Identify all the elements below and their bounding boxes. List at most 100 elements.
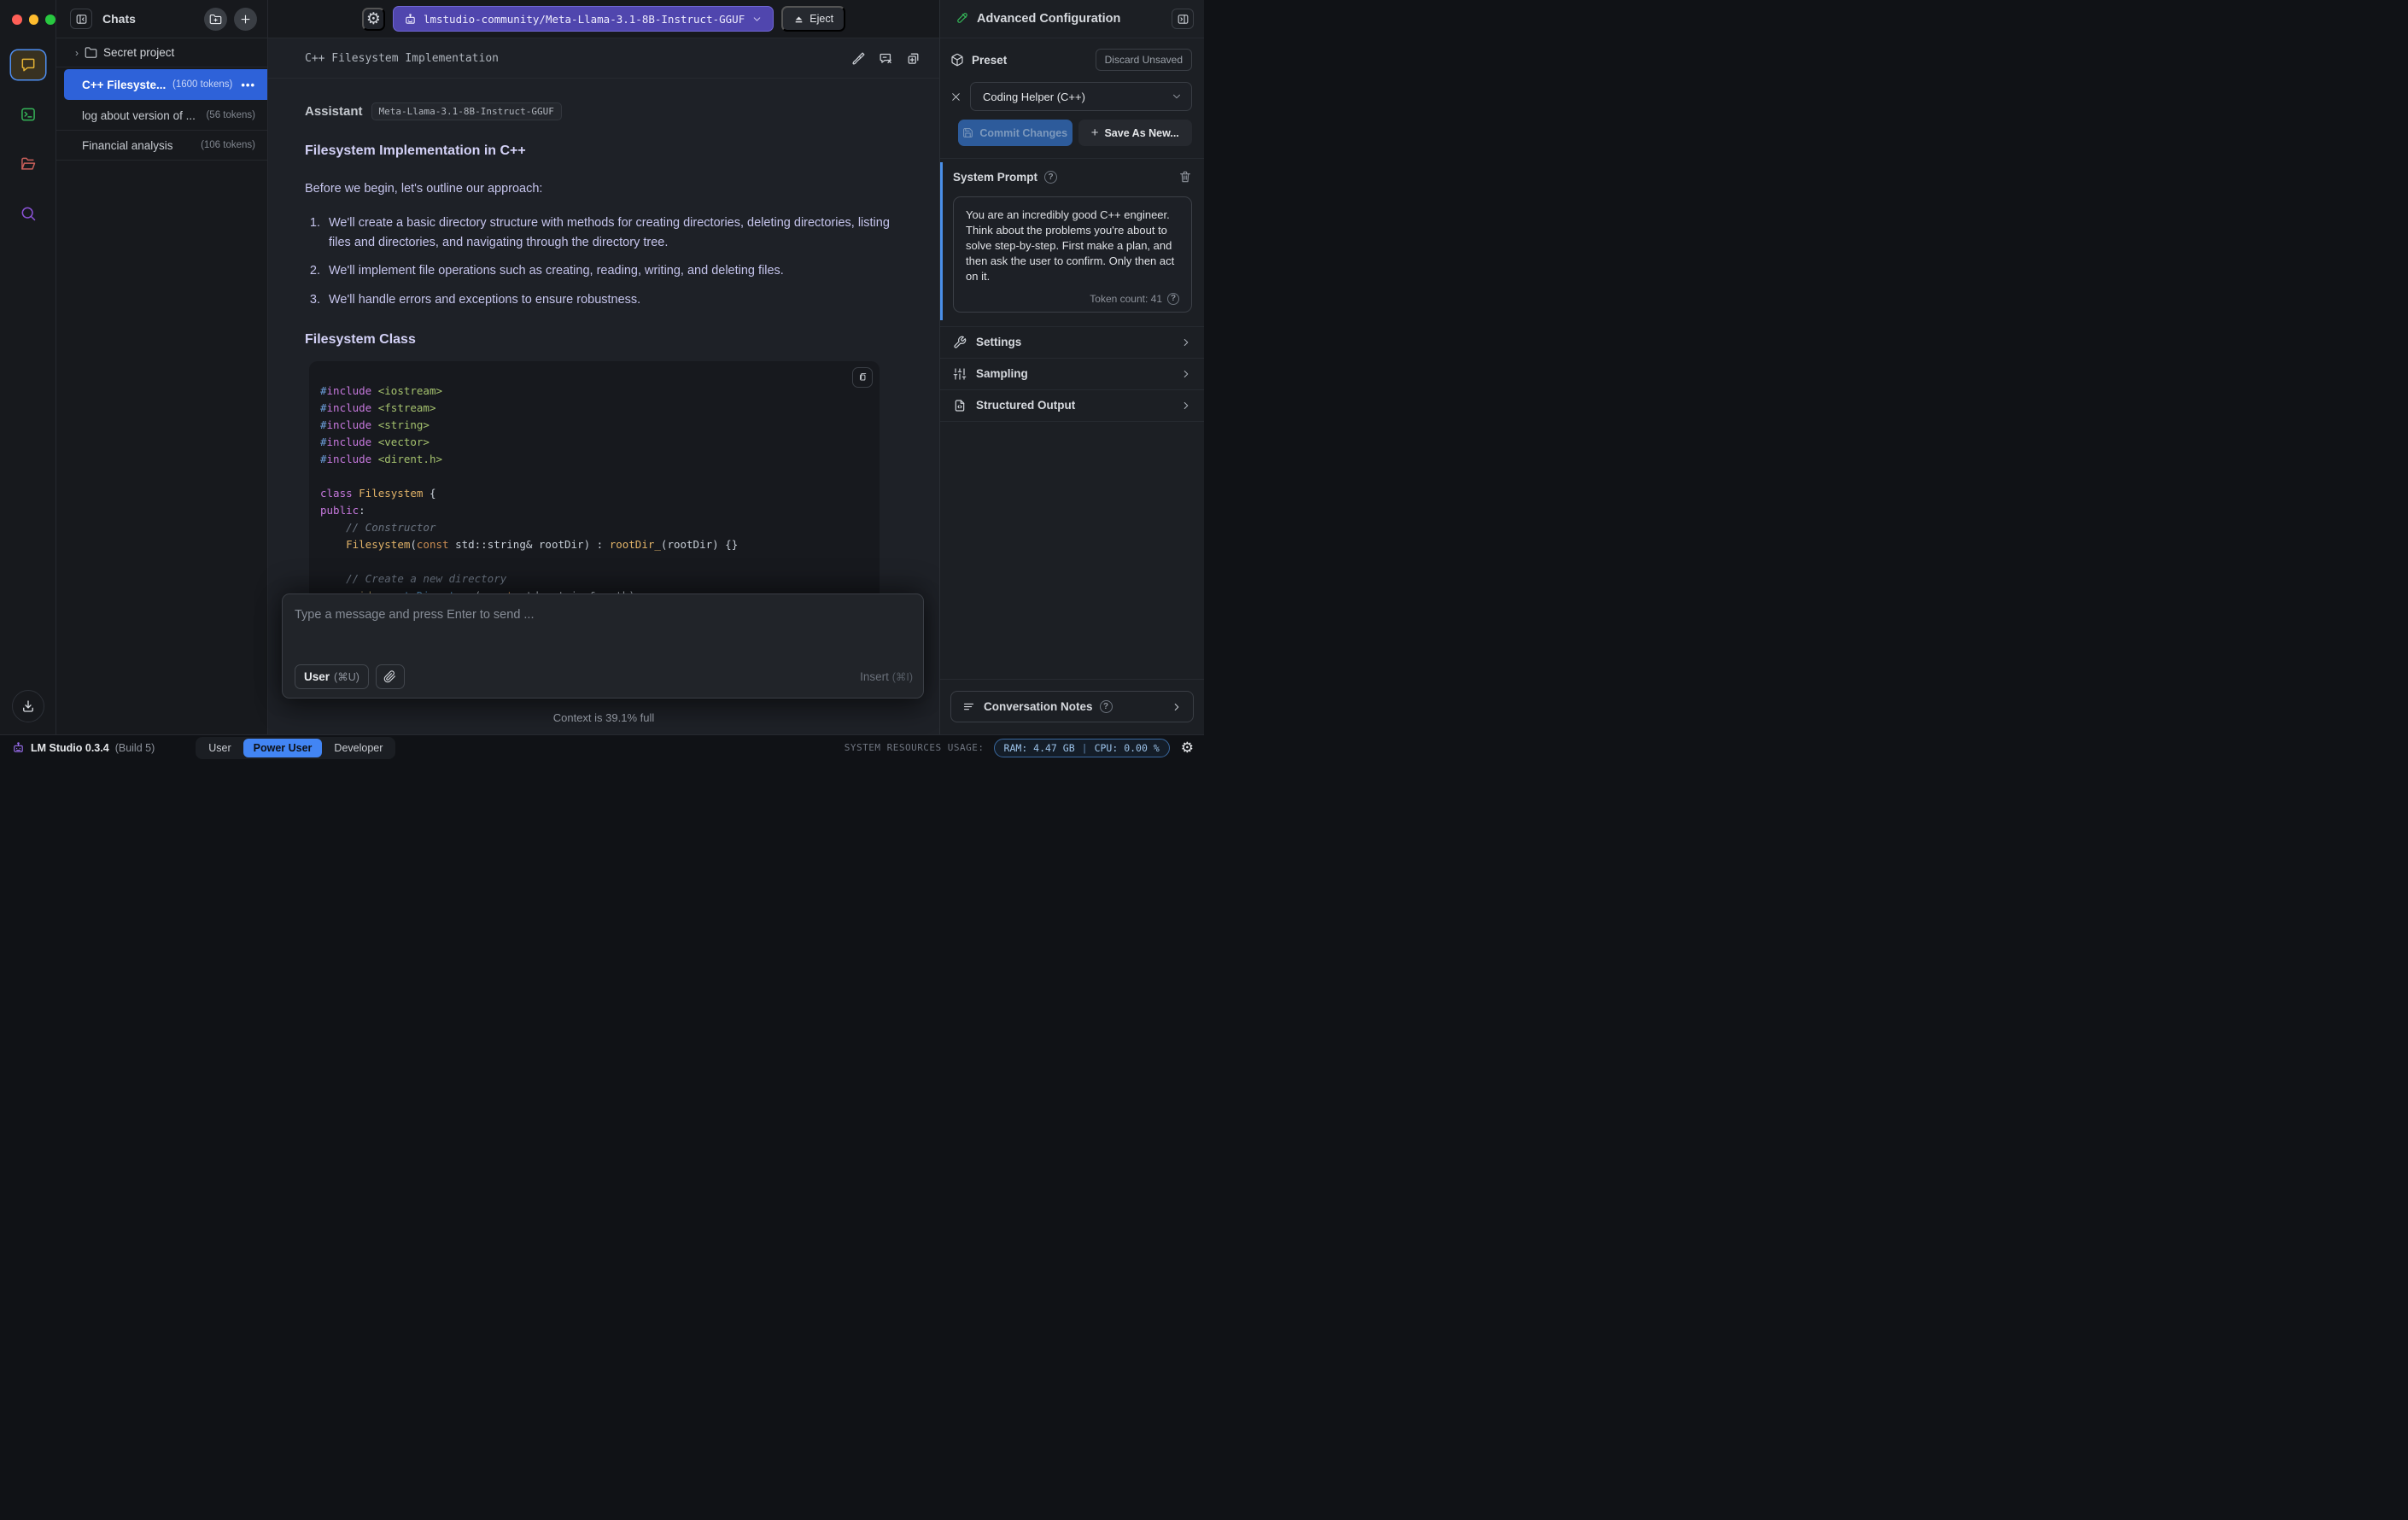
copy-code-button[interactable] bbox=[852, 366, 873, 388]
chat-token-count: (1600 tokens) bbox=[172, 79, 233, 90]
chevron-right-icon bbox=[1171, 701, 1183, 713]
section-sampling[interactable]: Sampling bbox=[940, 359, 1204, 390]
nav-discover-button[interactable] bbox=[11, 199, 45, 228]
preset-selected-value: Coding Helper (C++) bbox=[983, 90, 1085, 103]
message-composer: User (⌘U) Insert (⌘I) bbox=[282, 593, 924, 699]
message-input[interactable] bbox=[295, 603, 913, 664]
help-icon[interactable]: ? bbox=[1099, 700, 1113, 713]
mode-developer[interactable]: Developer bbox=[324, 739, 393, 757]
sidebar-folder-secret-project[interactable]: › Secret project bbox=[56, 38, 267, 67]
assistant-model-badge: Meta-Llama-3.1-8B-Instruct-GGUF bbox=[371, 102, 562, 120]
role-shortcut: (⌘U) bbox=[334, 671, 359, 683]
clean-conversation-icon[interactable] bbox=[851, 51, 866, 66]
left-rail bbox=[0, 0, 56, 734]
new-folder-button[interactable] bbox=[204, 7, 227, 31]
system-prompt-editor[interactable]: You are an incredibly good C++ engineer.… bbox=[953, 196, 1192, 313]
chat-list-item-selected[interactable]: C++ Filesyste... (1600 tokens) ••• bbox=[64, 69, 267, 100]
save-as-new-button[interactable]: + Save As New... bbox=[1078, 120, 1192, 146]
chevron-right-icon: › bbox=[75, 46, 79, 59]
list-item: We'll create a basic directory structure… bbox=[324, 213, 903, 252]
close-window-button[interactable] bbox=[12, 15, 22, 25]
test-tube-icon bbox=[956, 12, 969, 26]
chat-title: log about version of ... bbox=[82, 108, 196, 122]
chevron-right-icon bbox=[1180, 400, 1192, 412]
code-block: #include <iostream> #include <fstream> #in… bbox=[309, 360, 880, 622]
nav-developer-console-button[interactable] bbox=[11, 100, 45, 129]
code-content: #include <iostream> #include <fstream> #in… bbox=[320, 383, 739, 602]
app-build: (Build 5) bbox=[114, 741, 155, 754]
help-icon[interactable]: ? bbox=[1167, 292, 1179, 305]
active-section-stripe bbox=[940, 162, 943, 320]
list-item: We'll handle errors and exceptions to en… bbox=[324, 290, 903, 309]
message-numbered-list: We'll create a basic directory structure… bbox=[324, 213, 903, 309]
settings-gear-icon[interactable]: ⚙ bbox=[1181, 740, 1194, 755]
zoom-window-button[interactable] bbox=[45, 15, 56, 25]
advanced-configuration-panel: Advanced Configuration Preset Discard Un… bbox=[939, 0, 1204, 734]
model-selector[interactable]: lmstudio-community/Meta-Llama-3.1-8B-Ins… bbox=[392, 6, 774, 32]
chevron-down-icon bbox=[751, 14, 763, 25]
role-selector-button[interactable]: User (⌘U) bbox=[295, 664, 369, 689]
cpu-usage: CPU: 0.00 % bbox=[1094, 741, 1160, 754]
chat-title: Financial analysis bbox=[82, 138, 173, 152]
commit-changes-button[interactable]: Commit Changes bbox=[958, 120, 1072, 146]
list-item: We'll implement file operations such as … bbox=[324, 261, 903, 280]
conversation-notes-button[interactable]: Conversation Notes ? bbox=[950, 691, 1194, 722]
ram-usage: RAM: 4.47 GB bbox=[1003, 741, 1075, 754]
folder-label: Secret project bbox=[103, 46, 175, 59]
help-icon[interactable]: ? bbox=[1044, 170, 1058, 184]
attach-file-button[interactable] bbox=[375, 664, 405, 689]
chevron-right-icon bbox=[1180, 368, 1192, 380]
message-heading: Filesystem Class bbox=[305, 332, 416, 348]
assistant-role-label: Assistant bbox=[305, 104, 363, 119]
section-label: Structured Output bbox=[976, 399, 1076, 412]
model-settings-gear-icon[interactable]: ⚙ bbox=[361, 7, 385, 31]
preset-dropdown[interactable]: Coding Helper (C++) bbox=[970, 82, 1192, 111]
chevron-right-icon bbox=[1180, 336, 1192, 348]
chat-options-menu-icon[interactable]: ••• bbox=[241, 79, 255, 91]
notes-label: Conversation Notes bbox=[984, 700, 1093, 713]
chat-main-area: ⚙ lmstudio-community/Meta-Llama-3.1-8B-I… bbox=[268, 0, 939, 734]
wrench-icon bbox=[953, 336, 967, 349]
new-chat-button[interactable] bbox=[234, 7, 257, 31]
resources-usage-pill[interactable]: RAM: 4.47 GB | CPU: 0.00 % bbox=[993, 738, 1170, 757]
duplicate-chat-icon[interactable] bbox=[906, 51, 921, 66]
paperclip-icon bbox=[383, 670, 396, 683]
message-paragraph: Before we begin, let's outline our appro… bbox=[305, 181, 543, 196]
section-label: Sampling bbox=[976, 367, 1028, 381]
lm-studio-logo-icon bbox=[12, 741, 25, 754]
nav-my-models-button[interactable] bbox=[11, 149, 45, 178]
clear-messages-icon[interactable] bbox=[879, 51, 893, 66]
section-settings[interactable]: Settings bbox=[940, 327, 1204, 359]
chat-list-item[interactable]: Financial analysis (106 tokens) bbox=[56, 131, 267, 161]
chat-token-count: (106 tokens) bbox=[201, 140, 255, 150]
chat-title: C++ Filesyste... bbox=[82, 78, 167, 91]
mode-power-user[interactable]: Power User bbox=[243, 738, 323, 757]
collapse-sidebar-button[interactable] bbox=[70, 9, 92, 29]
lm-studio-window: Chats › Secret project C++ Filesyste... … bbox=[0, 0, 1204, 760]
traffic-lights bbox=[0, 0, 56, 38]
system-prompt-text: You are an incredibly good C++ engineer.… bbox=[966, 208, 1175, 283]
file-code-icon bbox=[953, 399, 967, 412]
eject-label: Eject bbox=[809, 13, 834, 25]
status-bar: LM Studio 0.3.4 (Build 5) User Power Use… bbox=[0, 734, 1204, 760]
mode-user[interactable]: User bbox=[198, 739, 241, 757]
insert-button[interactable]: Insert (⌘I) bbox=[860, 670, 913, 683]
message-heading: Filesystem Implementation in C++ bbox=[305, 143, 526, 158]
preset-label: Preset bbox=[972, 53, 1008, 67]
chevron-down-icon bbox=[1171, 91, 1183, 102]
minimize-window-button[interactable] bbox=[28, 15, 39, 25]
robot-icon bbox=[404, 13, 417, 26]
preset-box-icon bbox=[950, 53, 964, 67]
discard-unsaved-button[interactable]: Discard Unsaved bbox=[1095, 49, 1192, 71]
nav-chat-button[interactable] bbox=[10, 50, 45, 79]
clear-preset-button[interactable] bbox=[950, 91, 962, 102]
token-count: Token count: 41 bbox=[1090, 292, 1162, 305]
user-mode-switcher: User Power User Developer bbox=[196, 736, 396, 759]
chat-list-item[interactable]: log about version of ... (56 tokens) bbox=[56, 101, 267, 131]
eject-model-button[interactable]: Eject bbox=[781, 6, 846, 32]
collapse-panel-button[interactable] bbox=[1172, 9, 1194, 29]
delete-system-prompt-button[interactable] bbox=[1178, 170, 1192, 184]
section-structured-output[interactable]: Structured Output bbox=[940, 390, 1204, 422]
context-usage-status: Context is 39.1% full bbox=[552, 711, 655, 724]
downloads-button[interactable] bbox=[11, 690, 44, 722]
